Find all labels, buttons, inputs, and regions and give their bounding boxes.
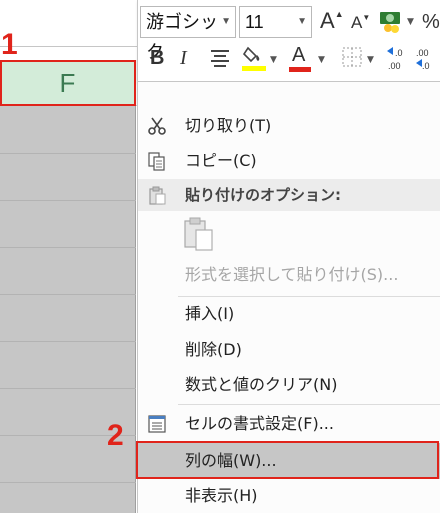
percent-icon[interactable]: % (422, 12, 440, 32)
chevron-down-icon[interactable]: ▼ (270, 56, 277, 65)
step-2-label: 2 (107, 419, 124, 452)
menu-item-insert[interactable]: 挿入(I) (138, 296, 440, 332)
scissors-icon (148, 117, 166, 135)
italic-icon[interactable]: I (180, 48, 187, 68)
paste-option-icon[interactable] (182, 216, 216, 252)
row-gridline (0, 294, 136, 295)
row-gridline (0, 482, 136, 483)
grow-font-icon[interactable]: A▲ (320, 10, 344, 32)
svg-text:.00: .00 (388, 61, 401, 71)
align-center-icon[interactable] (209, 47, 231, 69)
chevron-down-icon[interactable]: ▼ (367, 56, 374, 65)
fill-color-icon[interactable] (241, 44, 267, 72)
row-gridline (0, 341, 136, 342)
row-gridline (0, 200, 136, 201)
menu-item-label: 非表示(H) (185, 486, 258, 505)
menu-separator (178, 404, 440, 405)
paste-icon (149, 186, 166, 205)
svg-text:.00: .00 (416, 48, 429, 58)
row-gridline (0, 388, 136, 389)
menu-item-format-cells[interactable]: セルの書式設定(F)... (138, 406, 440, 442)
paste-options-header: 貼り付けのオプション: (138, 179, 440, 211)
bold-icon[interactable]: B (150, 48, 164, 68)
chevron-down-icon: ▼ (221, 16, 231, 27)
increase-decimal-icon[interactable]: .0 .00 (384, 44, 410, 72)
font-name-select[interactable]: 游ゴシック ▼ (140, 6, 236, 62)
row-gridline (0, 247, 136, 248)
svg-text:.0: .0 (395, 48, 403, 58)
menu-item-label: コピー(C) (185, 151, 257, 170)
row-gridline (0, 153, 136, 154)
menu-item-label: 削除(D) (185, 340, 242, 359)
step-2-highlight-box (136, 441, 439, 479)
chevron-down-icon[interactable]: ▼ (407, 18, 414, 27)
menu-item-label: 形式を選択して貼り付け(S)... (185, 265, 399, 284)
menu-item-copy[interactable]: コピー(C) (138, 143, 440, 179)
menu-item-clear-contents[interactable]: 数式と値のクリア(N) (138, 367, 440, 403)
menu-item-label: セルの書式設定(F)... (185, 414, 334, 433)
shrink-font-icon[interactable]: A▼ (351, 14, 370, 32)
copy-icon (148, 152, 165, 171)
borders-icon[interactable] (341, 46, 363, 68)
paste-options-label: 貼り付けのオプション: (185, 186, 341, 204)
step-1-label: 1 (1, 28, 18, 61)
menu-item-label: 切り取り(T) (185, 116, 272, 135)
font-size-select[interactable]: 11 ▼ (239, 6, 312, 38)
step-1-highlight-box (0, 60, 136, 106)
font-color-icon[interactable]: A (292, 45, 305, 65)
chevron-down-icon: ▼ (297, 16, 307, 27)
accounting-format-icon[interactable] (378, 8, 406, 34)
menu-item-label: 挿入(I) (185, 304, 235, 323)
format-cells-icon (148, 415, 166, 433)
font-color-swatch (289, 67, 311, 72)
menu-item-delete[interactable]: 削除(D) (138, 332, 440, 368)
menu-item-label: 数式と値のクリア(N) (185, 375, 338, 394)
menu-item-cut[interactable]: 切り取り(T) (138, 108, 440, 144)
decrease-decimal-icon[interactable]: .00 .0 (414, 44, 438, 72)
menu-item-hide[interactable]: 非表示(H) (138, 478, 440, 513)
menu-item-paste-special: 形式を選択して貼り付け(S)... (138, 257, 440, 293)
svg-text:.0: .0 (422, 61, 430, 71)
mini-toolbar: 游ゴシック ▼ 11 ▼ A▲ A▼ ▼ % B I ▼ A ▼ ▼ .0 .0… (137, 0, 440, 82)
chevron-down-icon[interactable]: ▼ (318, 56, 325, 65)
font-size-value: 11 (245, 12, 264, 32)
